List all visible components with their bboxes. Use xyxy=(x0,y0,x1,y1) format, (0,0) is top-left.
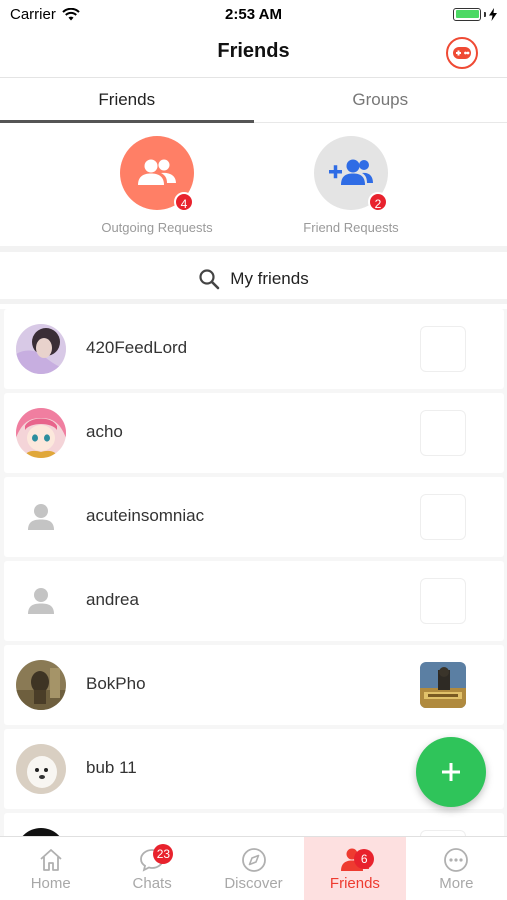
add-friend-fab[interactable] xyxy=(416,737,486,807)
game-controller-icon xyxy=(453,47,471,59)
tab-chats[interactable]: 23 Chats xyxy=(101,837,202,900)
friend-requests-label: Friend Requests xyxy=(303,220,399,235)
tab-discover[interactable]: Discover xyxy=(203,837,304,900)
wifi-icon xyxy=(62,7,80,20)
outgoing-requests-badge: 4 xyxy=(174,192,194,212)
tab-chats-label: Chats xyxy=(132,875,172,892)
tab-discover-label: Discover xyxy=(224,875,283,892)
tab-friends-bottom[interactable]: 6 Friends xyxy=(304,837,406,900)
friends-badge: 6 xyxy=(354,849,375,869)
nav-bar: Friends xyxy=(0,28,507,78)
charging-bolt-icon xyxy=(489,7,497,21)
tab-friends[interactable]: Friends xyxy=(0,79,254,123)
game-slot[interactable] xyxy=(420,578,466,624)
game-controller-button[interactable] xyxy=(446,37,478,69)
bottom-tab-bar: Home 23 Chats Discover 6 Friends More xyxy=(0,836,507,900)
avatar xyxy=(16,660,66,710)
plus-icon xyxy=(442,763,460,781)
my-friends-search-bar[interactable]: My friends xyxy=(0,258,507,304)
group-icon xyxy=(138,159,176,185)
page-title: Friends xyxy=(217,40,290,62)
friend-row[interactable]: acuteinsomniac xyxy=(4,477,504,557)
more-icon xyxy=(444,848,469,872)
friend-row[interactable]: acho xyxy=(4,393,504,473)
friend-name: BokPho xyxy=(86,674,146,693)
friend-name: 420FeedLord xyxy=(86,338,188,357)
friend-row[interactable]: BokPho xyxy=(4,645,504,725)
outgoing-requests-label: Outgoing Requests xyxy=(101,220,213,235)
outgoing-requests-circle: 4 xyxy=(120,136,194,212)
friend-requests-badge: 2 xyxy=(368,192,388,212)
outgoing-requests-button[interactable]: 4 Outgoing Requests xyxy=(77,136,237,235)
pubg-game-thumbnail[interactable] xyxy=(420,662,466,708)
friend-row[interactable]: 420FeedLord xyxy=(4,309,504,389)
tab-home-label: Home xyxy=(30,875,71,892)
carrier-label: Carrier xyxy=(10,5,56,23)
friend-name: bub 11 xyxy=(86,758,137,777)
default-person-avatar xyxy=(16,492,66,542)
compass-icon xyxy=(241,848,266,872)
game-slot[interactable] xyxy=(420,410,466,456)
friend-row[interactable] xyxy=(4,813,504,836)
avatar xyxy=(16,828,66,836)
friend-row[interactable]: andrea xyxy=(4,561,504,641)
game-slot[interactable] xyxy=(420,494,466,540)
search-icon xyxy=(199,268,220,289)
add-friend-icon xyxy=(329,159,373,185)
tab-friends-bottom-label: Friends xyxy=(329,875,380,892)
chats-badge: 23 xyxy=(153,844,174,864)
avatar xyxy=(16,744,66,794)
avatar xyxy=(16,324,66,374)
home-icon xyxy=(40,849,62,871)
friend-requests-button[interactable]: 2 Friend Requests xyxy=(271,136,431,235)
status-bar: Carrier 2:53 AM xyxy=(0,0,507,28)
friend-requests-circle: 2 xyxy=(314,136,388,212)
status-left: Carrier xyxy=(10,6,80,23)
tab-home[interactable]: Home xyxy=(0,837,101,900)
tab-more[interactable]: More xyxy=(406,837,507,900)
segment-tabs: Friends Groups xyxy=(0,79,507,123)
default-person-avatar xyxy=(16,576,66,626)
game-slot[interactable] xyxy=(420,326,466,372)
battery-icon xyxy=(453,7,497,21)
friend-name: acho xyxy=(86,422,123,441)
requests-section: 4 Outgoing Requests 2 Friend Requests xyxy=(0,124,507,252)
tab-more-label: More xyxy=(439,875,474,892)
friend-name: andrea xyxy=(86,590,139,609)
avatar xyxy=(16,408,66,458)
my-friends-label: My friends xyxy=(230,268,309,288)
friend-name: acuteinsomniac xyxy=(86,506,205,525)
tab-groups[interactable]: Groups xyxy=(254,79,507,122)
